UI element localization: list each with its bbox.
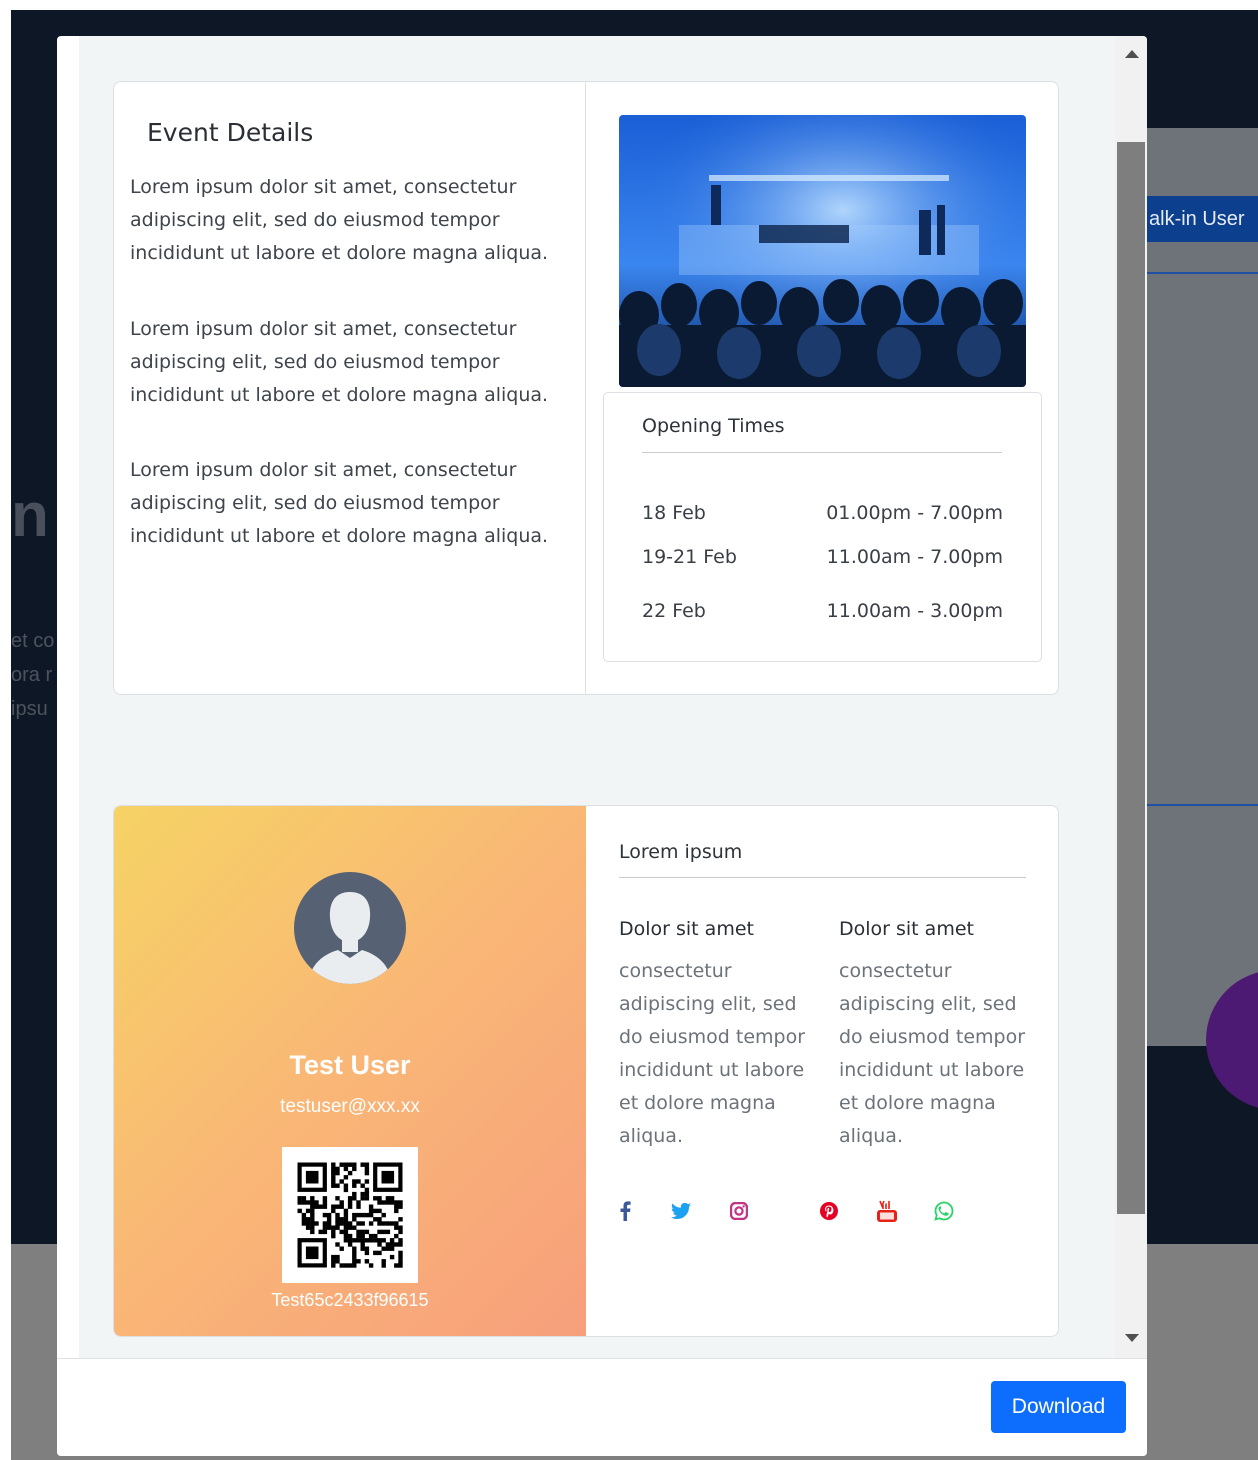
opening-times-box: Opening Times 18 Feb 01.00pm - 7.00pm 19… <box>603 392 1042 662</box>
modal-body[interactable]: Event Details Lorem ipsum dolor sit amet… <box>79 36 1115 1358</box>
info-title: Lorem ipsum <box>619 841 743 863</box>
background-panel <box>1147 128 1258 1046</box>
opening-date: 19-21 Feb <box>642 546 737 568</box>
instagram-icon[interactable] <box>728 1200 750 1222</box>
opening-time: 01.00pm - 7.00pm <box>826 502 1003 524</box>
event-title: Event Details <box>147 118 314 147</box>
event-paragraph: Lorem ipsum dolor sit amet, consectetur … <box>130 176 549 264</box>
facebook-icon[interactable] <box>614 1200 636 1222</box>
opening-time: 11.00am - 3.00pm <box>826 600 1003 622</box>
opening-date: 18 Feb <box>642 502 706 524</box>
background-text-line: ipsu <box>11 698 48 720</box>
info-column-text: consectetur adipiscing elit, sed do eius… <box>619 960 806 1147</box>
badge-panel: Test User testuser@xxx.xx Test65c2433f96… <box>114 806 586 1336</box>
attendee-name: Test User <box>289 1050 411 1080</box>
avatar-icon <box>294 872 406 984</box>
event-paragraph: Lorem ipsum dolor sit amet, consectetur … <box>130 459 549 547</box>
pinterest-icon[interactable] <box>818 1200 840 1222</box>
info-column-heading: Dolor sit amet <box>619 918 754 940</box>
opening-time: 11.00am - 7.00pm <box>826 546 1003 568</box>
event-details-card: Event Details Lorem ipsum dolor sit amet… <box>113 81 1059 695</box>
opening-times-divider <box>642 452 1002 453</box>
ticket-modal: Event Details Lorem ipsum dolor sit amet… <box>57 36 1147 1456</box>
attendee-badge-card: Test User testuser@xxx.xx Test65c2433f96… <box>113 805 1059 1337</box>
opening-date: 22 Feb <box>642 600 706 622</box>
info-column-text: consectetur adipiscing elit, sed do eius… <box>839 960 1026 1147</box>
info-divider <box>619 877 1026 878</box>
event-details-section: Event Details Lorem ipsum dolor sit amet… <box>114 82 586 694</box>
modal-scrollbar[interactable] <box>1115 36 1147 1358</box>
background-divider <box>1147 272 1258 274</box>
background-text-line: et co <box>11 630 55 652</box>
modal-footer: Download <box>57 1358 1147 1456</box>
background-walkin-button: alk-in User <box>1147 196 1258 242</box>
download-button[interactable]: Download <box>991 1381 1126 1433</box>
event-paragraph: Lorem ipsum dolor sit amet, consectetur … <box>130 318 549 406</box>
whatsapp-icon[interactable] <box>933 1200 955 1222</box>
youtube-icon[interactable] <box>876 1200 898 1222</box>
background-divider <box>1147 804 1258 806</box>
scroll-up-arrow-icon[interactable] <box>1125 50 1139 58</box>
background-text-line: ora r <box>11 664 53 686</box>
qr-code <box>282 1147 418 1283</box>
attendee-code: Test65c2433f96615 <box>271 1290 429 1310</box>
info-column-heading: Dolor sit amet <box>839 918 974 940</box>
event-image <box>619 115 1026 387</box>
twitter-icon[interactable] <box>670 1200 692 1222</box>
attendee-email: testuser@xxx.xx <box>280 1096 420 1117</box>
opening-times-title: Opening Times <box>642 415 785 437</box>
scroll-down-arrow-icon[interactable] <box>1125 1334 1139 1342</box>
scrollbar-thumb[interactable] <box>1117 142 1145 1214</box>
